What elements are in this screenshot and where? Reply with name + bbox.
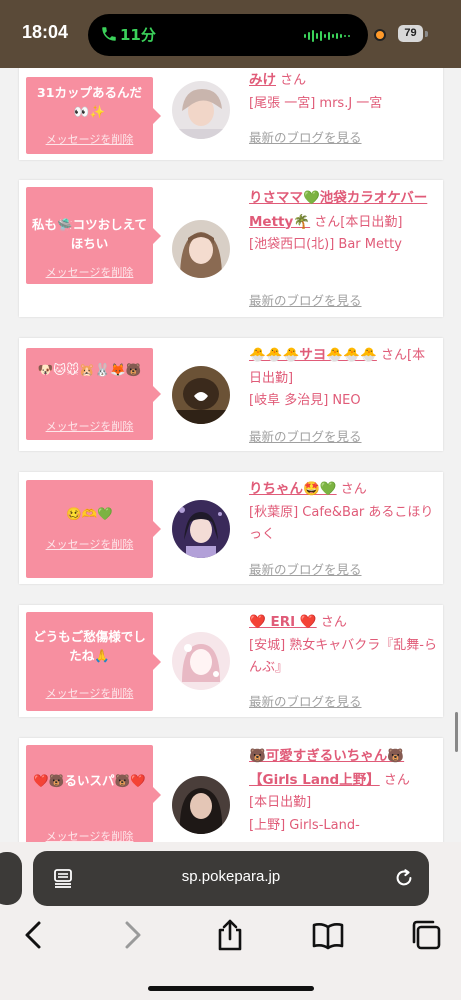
message-card: ❤️🐻るいスパ🐻❤️ メッセージを削除 🐻可愛すぎるいちゃん🐻【Girls La…	[19, 738, 443, 858]
previous-tab-peek[interactable]	[0, 852, 22, 905]
latest-blog-link[interactable]: 最新のブログを見る	[249, 426, 362, 445]
message-bubble: 🐶🐱🐭🐹🐰🦊🐻 メッセージを削除	[26, 348, 161, 440]
message-text: 私も🛸コツおしえてほちい	[32, 217, 147, 251]
cast-info: りさママ💚池袋カラオケバーMetty🌴 さん[本日出勤] [池袋西口(北)] B…	[249, 187, 437, 257]
shop-name: [岐阜 多治見] NEO	[249, 393, 361, 408]
delete-message-link[interactable]: メッセージを削除	[26, 418, 153, 434]
latest-blog-link[interactable]: 最新のブログを見る	[249, 691, 362, 710]
latest-blog-link[interactable]: 最新のブログを見る	[249, 559, 362, 578]
message-text: ❤️🐻るいスパ🐻❤️	[33, 773, 146, 788]
bookmarks-icon[interactable]	[311, 918, 345, 952]
shop-name: [尾張 一宮] mrs.J 一宮	[249, 95, 383, 111]
honorific: さん	[340, 482, 367, 497]
message-bubble: どうもご愁傷様でしたね🙏 メッセージを削除	[26, 612, 161, 711]
clock: 18:04	[22, 22, 69, 42]
message-card: 🐶🐱🐭🐹🐰🦊🐻 メッセージを削除 🐣🐣🐣サヨ🐣🐣🐣 さん[本日出勤] [岐阜 多…	[19, 338, 443, 451]
latest-blog-link[interactable]: 最新のブログを見る	[249, 127, 362, 146]
honorific: さん	[383, 772, 410, 788]
avatar[interactable]	[172, 632, 230, 690]
scroll-indicator[interactable]	[455, 712, 458, 752]
avatar[interactable]	[172, 81, 230, 139]
message-card: どうもご愁傷様でしたね🙏 メッセージを削除 ❤️ ERI ❤️ さん [安城] …	[19, 605, 443, 717]
url-text[interactable]: sp.pokepara.jp	[33, 868, 429, 885]
cast-info: りちゃん🤩💚 さん [秋葉原] Cafe&Bar あるこほりっく	[249, 478, 437, 547]
honorific: さん	[280, 73, 307, 88]
dynamic-island[interactable]: 11分	[88, 14, 368, 56]
address-bar[interactable]: sp.pokepara.jp	[33, 851, 429, 906]
message-bubble: ❤️🐻るいスパ🐻❤️ メッセージを削除	[26, 745, 161, 845]
forward-icon[interactable]	[115, 918, 149, 952]
avatar[interactable]	[172, 776, 230, 834]
call-duration: 11分	[120, 26, 156, 44]
cast-info: 🐻可愛すぎるいちゃん🐻【Girls Land上野】 さん [本日出勤] [上野]…	[249, 745, 437, 837]
reload-icon[interactable]	[393, 867, 415, 889]
avatar[interactable]	[172, 500, 230, 558]
cast-name-link[interactable]: 🐣🐣🐣サヨ🐣🐣🐣	[249, 347, 377, 363]
avatar[interactable]	[172, 366, 230, 424]
message-text: 🐶🐱🐭🐹🐰🦊🐻	[37, 362, 142, 377]
camera-indicator-icon	[374, 29, 386, 41]
delete-message-link[interactable]: メッセージを削除	[26, 536, 153, 552]
cast-name-link[interactable]: みけ	[249, 72, 276, 88]
cast-info: みけ さん [尾張 一宮] mrs.J 一宮	[249, 69, 437, 115]
message-card: 🥴🫶💚 メッセージを削除 りちゃん🤩💚 さん [秋葉原] Cafe&Bar ある…	[19, 472, 443, 584]
shop-name: [池袋西口(北)] Bar Metty	[249, 237, 402, 252]
shop-name: [秋葉原] Cafe&Bar あるこほりっく	[249, 504, 434, 543]
delete-message-link[interactable]: メッセージを削除	[26, 264, 153, 280]
shop-name: [上野] Girls-Land-	[249, 817, 360, 833]
home-indicator[interactable]	[148, 986, 314, 991]
message-text: 31カップあるんだ👀✨	[37, 85, 142, 119]
cast-name-link[interactable]: 🐻可愛すぎるいちゃん🐻【Girls Land上野】	[249, 748, 404, 788]
message-text: 🥴🫶💚	[66, 506, 113, 521]
shop-status: [本日出勤]	[249, 795, 312, 810]
message-feed[interactable]: 31カップあるんだ👀✨ メッセージを削除 みけ さん [尾張 一宮] mrs.J…	[0, 68, 461, 858]
shop-name: [安城] 熟女キャバクラ『乱舞-らんぶ』	[249, 637, 437, 676]
cast-name-link[interactable]: りちゃん🤩💚	[249, 481, 337, 497]
status-bar: 18:04 11分 79	[0, 0, 461, 68]
audio-wave-icon	[304, 30, 350, 42]
tabs-icon[interactable]	[409, 918, 443, 952]
delete-message-link[interactable]: メッセージを削除	[26, 131, 153, 147]
message-bubble: 私も🛸コツおしえてほちい メッセージを削除	[26, 187, 161, 284]
delete-message-link[interactable]: メッセージを削除	[26, 685, 153, 701]
cast-info: 🐣🐣🐣サヨ🐣🐣🐣 さん[本日出勤] [岐阜 多治見] NEO	[249, 344, 437, 413]
phone-icon	[102, 27, 116, 41]
back-icon[interactable]	[17, 918, 51, 952]
message-card: 31カップあるんだ👀✨ メッセージを削除 みけ さん [尾張 一宮] mrs.J…	[19, 68, 443, 160]
avatar[interactable]	[172, 220, 230, 278]
latest-blog-link[interactable]: 最新のブログを見る	[249, 290, 362, 309]
message-text: どうもご愁傷様でしたね🙏	[33, 629, 146, 663]
share-icon[interactable]	[213, 918, 247, 952]
battery-indicator: 79	[398, 25, 423, 42]
message-bubble: 🥴🫶💚 メッセージを削除	[26, 480, 161, 578]
message-card: 私も🛸コツおしえてほちい メッセージを削除 りさママ💚池袋カラオケバーMetty…	[19, 180, 443, 317]
honorific: さん[本日出勤]	[314, 214, 403, 230]
cast-name-link[interactable]: ❤️ ERI ❤️	[249, 614, 317, 630]
battery-tip	[425, 31, 428, 37]
honorific: さん	[320, 615, 347, 630]
message-bubble: 31カップあるんだ👀✨ メッセージを削除	[26, 77, 161, 154]
cast-info: ❤️ ERI ❤️ さん [安城] 熟女キャバクラ『乱舞-らんぶ』	[249, 611, 437, 680]
